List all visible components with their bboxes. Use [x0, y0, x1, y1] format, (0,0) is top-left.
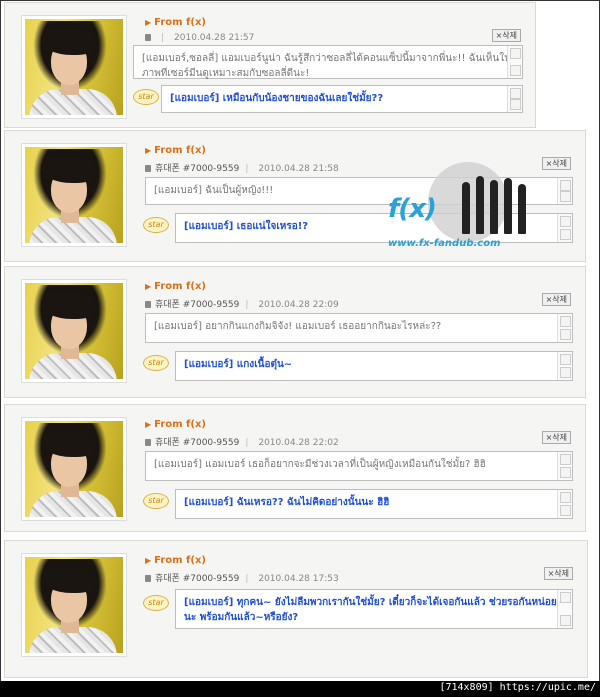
avatar [21, 15, 127, 119]
message-text: [แอมเบอร์] ฉันเป็นผู้หญิง!!! [154, 185, 274, 196]
post-user: 휴대폰 #7000-9559 [155, 300, 240, 310]
arrow-right-icon: ▶ [145, 556, 152, 565]
reply-box: [แอมเบอร์] แกงเนื้อตุ๋น~ [175, 351, 573, 381]
reply-box: [แอมเบอร์] เหมือนกับน้องชายของฉันเลยใช่ม… [161, 85, 523, 113]
lock-icon [145, 301, 151, 308]
delete-button[interactable]: ×삭제 [491, 29, 521, 42]
sender-label: ▶ From f(x) [145, 555, 206, 566]
reply-text: [แอมเบอร์] ฉันเหรอ?? ฉันไม่คิดอย่างนั้นน… [184, 497, 390, 508]
arrow-right-icon: ▶ [145, 420, 152, 429]
arrow-right-icon: ▶ [145, 146, 152, 155]
arrow-right-icon: ▶ [145, 282, 152, 291]
sender-name: From f(x) [154, 419, 206, 430]
scrollbar[interactable] [557, 314, 572, 342]
star-icon: star [143, 217, 169, 233]
message-text: [แอมเบอร์,ซอลลี่] แอมเบอร์นูน่า ฉันรู้สึ… [142, 53, 511, 79]
star-icon: star [143, 493, 169, 509]
watermark-site: www.fx-fandub.com [388, 238, 501, 249]
arrow-right-icon: ▶ [145, 18, 152, 27]
watermark-logo: f(x) [388, 194, 437, 224]
sender-name: From f(x) [154, 281, 206, 292]
post-user: 휴대폰 #7000-9559 [155, 164, 240, 174]
guestbook-card: ▶ From f(x) 휴대폰 #7000-9559 | 2010.04.28 22:… [4, 266, 586, 398]
post-date: 2010.04.28 21:58 [258, 164, 339, 174]
guestbook-card: ▶ From f(x) | 2010.04.28 21:57 ×삭제 [แอมเบอ… [4, 2, 536, 128]
scrollbar[interactable] [557, 452, 572, 480]
sender-label: ▶ From f(x) [145, 145, 206, 156]
message-text: [แอมเบอร์] แอมเบอร์ เธอก็อยากจะมีช่วงเวล… [154, 459, 486, 470]
reply-text: [แอมเบอร์] เธอแน่ใจเหรอ!? [184, 221, 309, 232]
avatar [21, 417, 127, 521]
member-silhouette [462, 182, 470, 234]
star-icon: star [133, 89, 159, 105]
sender-name: From f(x) [154, 555, 206, 566]
reply-box: [แอมเบอร์] ฉันเหรอ?? ฉันไม่คิดอย่างนั้นน… [175, 489, 573, 519]
delete-button[interactable]: ×삭제 [541, 431, 571, 444]
star-icon: star [143, 355, 169, 371]
message-text: [แอมเบอร์] อยากกินแกงกิมจิจัง! แอมเบอร์ … [154, 321, 442, 332]
delete-button[interactable]: ×삭제 [541, 293, 571, 306]
post-date: 2010.04.28 22:02 [258, 438, 339, 448]
sender-label: ▶ From f(x) [145, 281, 206, 292]
avatar [21, 553, 127, 657]
scrollbar[interactable] [557, 590, 572, 628]
lock-icon [145, 575, 151, 582]
post-date: 2010.04.28 22:09 [258, 300, 339, 310]
scrollbar[interactable] [557, 490, 572, 518]
image-host-footer: [714x809] https://upic.me/ [0, 681, 600, 697]
avatar [21, 143, 127, 247]
post-meta: 휴대폰 #7000-9559 | 2010.04.28 22:02 [145, 435, 339, 448]
member-silhouette [504, 178, 512, 234]
lock-icon [145, 165, 151, 172]
member-silhouette [518, 184, 526, 234]
delete-button[interactable]: ×삭제 [541, 157, 571, 170]
reply-text: [แอมเบอร์] เหมือนกับน้องชายของฉันเลยใช่ม… [170, 93, 384, 104]
reply-box: [แอมเบอร์] ทุกคน~ ยังไม่ลืมพวกเรากันใช่ม… [175, 589, 573, 629]
post-meta: | 2010.04.28 21:57 [145, 33, 254, 43]
post-meta: 휴대폰 #7000-9559 | 2010.04.28 21:58 [145, 161, 339, 174]
scrollbar[interactable] [507, 46, 522, 78]
sender-name: From f(x) [154, 17, 206, 28]
message-box: [แอมเบอร์] แอมเบอร์ เธอก็อยากจะมีช่วงเวล… [145, 451, 573, 481]
footer-text[interactable]: [714x809] https://upic.me/ [439, 682, 596, 693]
post-date: 2010.04.28 21:57 [174, 33, 255, 43]
post-meta: 휴대폰 #7000-9559 | 2010.04.28 17:53 [145, 571, 339, 584]
lock-icon [145, 439, 151, 446]
scrollbar[interactable] [507, 86, 522, 112]
sender-label: ▶ From f(x) [145, 419, 206, 430]
reply-text: [แอมเบอร์] แกงเนื้อตุ๋น~ [184, 359, 293, 370]
sender-name: From f(x) [154, 145, 206, 156]
fanclub-watermark: f(x) www.fx-fandub.com [388, 160, 538, 260]
avatar [21, 279, 127, 383]
scrollbar[interactable] [557, 214, 572, 242]
sender-label: ▶ From f(x) [145, 17, 206, 28]
reply-text: [แอมเบอร์] ทุกคน~ ยังไม่ลืมพวกเรากันใช่ม… [184, 597, 557, 623]
member-silhouette [476, 176, 484, 234]
post-user: 휴대폰 #7000-9559 [155, 438, 240, 448]
delete-button[interactable]: ×삭제 [543, 567, 573, 580]
scrollbar[interactable] [557, 352, 572, 380]
guestbook-card: ▶ From f(x) 휴대폰 #7000-9559 | 2010.04.28 17:… [4, 540, 588, 678]
scrollbar[interactable] [557, 178, 572, 204]
message-box: [แอมเบอร์] อยากกินแกงกิมจิจัง! แอมเบอร์ … [145, 313, 573, 343]
lock-icon [145, 34, 151, 41]
post-date: 2010.04.28 17:53 [258, 574, 339, 584]
message-box: [แอมเบอร์,ซอลลี่] แอมเบอร์นูน่า ฉันรู้สึ… [133, 45, 523, 79]
member-silhouette [490, 180, 498, 234]
guestbook-card: ▶ From f(x) 휴대폰 #7000-9559 | 2010.04.28 22:… [4, 404, 586, 532]
star-icon: star [143, 595, 169, 611]
post-user: 휴대폰 #7000-9559 [155, 574, 240, 584]
post-meta: 휴대폰 #7000-9559 | 2010.04.28 22:09 [145, 297, 339, 310]
